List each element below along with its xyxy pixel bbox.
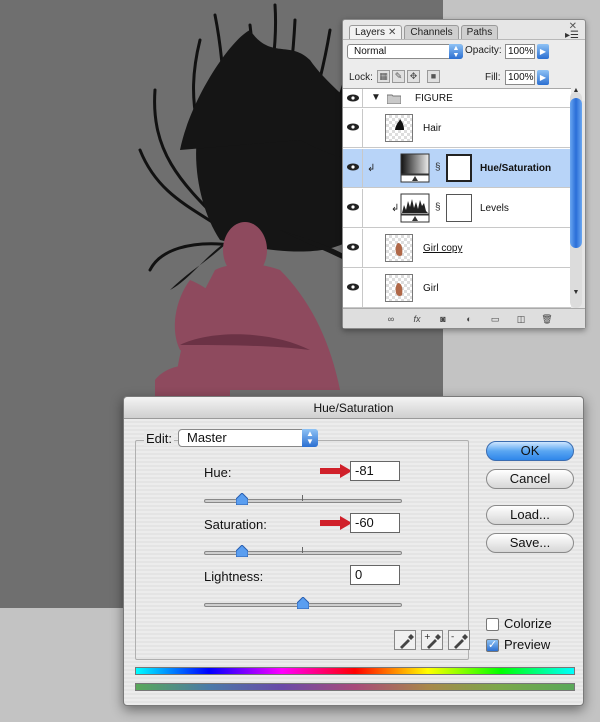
edit-select[interactable]: Master ▲ ▼ bbox=[178, 429, 318, 447]
opacity-input[interactable]: 100% bbox=[505, 44, 535, 59]
eye-icon[interactable] bbox=[347, 163, 359, 171]
eye-icon[interactable] bbox=[347, 123, 359, 131]
input-color-bar bbox=[135, 667, 575, 675]
layer-mask-thumbnail[interactable] bbox=[446, 194, 472, 222]
svg-text:-: - bbox=[451, 632, 454, 642]
lock-label: Lock: bbox=[349, 72, 373, 83]
folder-icon bbox=[387, 94, 401, 104]
link-chain-icon[interactable]: § bbox=[435, 202, 441, 213]
colorize-checkbox[interactable] bbox=[486, 618, 499, 631]
layer-name: Hue/Saturation bbox=[480, 163, 552, 174]
clipping-arrow-icon: ↲ bbox=[391, 203, 400, 214]
red-arrow-indicator bbox=[320, 464, 352, 478]
lock-all-icon[interactable]: ■ bbox=[427, 70, 440, 83]
eyedropper-minus-icon[interactable]: - bbox=[448, 630, 470, 650]
lightness-input[interactable]: 0 bbox=[350, 565, 400, 585]
clipping-arrow-icon: ↲ bbox=[367, 163, 376, 174]
adjustment-layer-icon[interactable]: ◐ bbox=[461, 313, 477, 325]
svg-text:+: + bbox=[424, 632, 431, 641]
opacity-label: Opacity: bbox=[465, 45, 502, 56]
ok-button[interactable]: OK bbox=[486, 441, 574, 461]
fill-slider-arrow-icon[interactable]: ▶ bbox=[537, 70, 549, 85]
layer-row-levels[interactable]: ↲ § Levels bbox=[343, 189, 571, 228]
lightness-label: Lightness: bbox=[204, 569, 264, 584]
lightness-slider-knob[interactable] bbox=[297, 597, 309, 609]
layer-mask-thumbnail[interactable] bbox=[446, 154, 472, 182]
preview-label: Preview bbox=[504, 637, 551, 652]
expand-triangle-icon[interactable]: ▼ bbox=[371, 92, 381, 103]
link-layers-icon[interactable]: ∞ bbox=[383, 313, 399, 325]
dialog-title: Hue/Saturation bbox=[124, 397, 583, 419]
layer-row-girl[interactable]: Girl bbox=[343, 269, 571, 308]
scroll-down-icon[interactable]: ▼ bbox=[570, 288, 582, 298]
hue-input[interactable]: -81 bbox=[350, 461, 400, 481]
saturation-slider-knob[interactable] bbox=[236, 545, 248, 557]
cancel-button[interactable]: Cancel bbox=[486, 469, 574, 489]
layer-thumbnail bbox=[385, 234, 413, 262]
new-layer-icon[interactable]: ◫ bbox=[513, 313, 529, 325]
save-button[interactable]: Save... bbox=[486, 533, 574, 553]
lock-position-icon[interactable]: ✥ bbox=[407, 70, 420, 83]
layer-style-icon[interactable]: fx bbox=[409, 313, 425, 325]
saturation-input[interactable]: -60 bbox=[350, 513, 400, 533]
layer-name: FIGURE bbox=[415, 93, 453, 104]
layers-panel-tabs: Layers ✕ Channels Paths bbox=[343, 25, 585, 39]
layer-row-figure[interactable]: ▼ FIGURE bbox=[343, 89, 571, 108]
add-mask-icon[interactable]: ◙ bbox=[435, 313, 451, 325]
link-chain-icon[interactable]: § bbox=[435, 162, 441, 173]
trash-icon[interactable]: 🗑 bbox=[539, 313, 555, 325]
lock-transparent-icon[interactable]: ▦ bbox=[377, 70, 390, 83]
layer-row-hue-saturation[interactable]: ↲ § Hue/Saturation bbox=[343, 149, 571, 188]
tab-paths[interactable]: Paths bbox=[460, 25, 499, 39]
eye-icon[interactable] bbox=[347, 94, 359, 102]
new-group-icon[interactable]: ▭ bbox=[487, 313, 503, 325]
layer-name: Levels bbox=[480, 203, 509, 214]
updown-arrows-icon: ▲ ▼ bbox=[449, 44, 463, 59]
layer-row-hair[interactable]: Hair bbox=[343, 109, 571, 148]
levels-adjustment-icon bbox=[400, 193, 430, 223]
layer-name: Girl bbox=[423, 283, 439, 294]
hue-slider-center-tick bbox=[302, 495, 303, 501]
opacity-slider-arrow-icon[interactable]: ▶ bbox=[537, 44, 549, 59]
hue-label: Hue: bbox=[204, 465, 232, 480]
eyedropper-plus-icon[interactable]: + bbox=[421, 630, 443, 650]
tab-layers[interactable]: Layers ✕ bbox=[349, 25, 403, 39]
close-icon[interactable]: ✕ bbox=[388, 27, 396, 38]
eye-icon[interactable] bbox=[347, 203, 359, 211]
eyedropper-icon[interactable] bbox=[394, 630, 416, 650]
layer-name: Girl copy bbox=[423, 243, 463, 254]
red-arrow-indicator bbox=[320, 516, 352, 530]
layer-thumbnail bbox=[385, 114, 413, 142]
updown-arrows-icon: ▲ ▼ bbox=[302, 429, 318, 447]
saturation-slider-track[interactable] bbox=[204, 551, 402, 555]
layers-list: ▼ FIGURE Hair ↲ § Hue/Saturation ↲ § Lev… bbox=[343, 88, 571, 308]
hue-slider-track[interactable] bbox=[204, 499, 402, 503]
eye-icon[interactable] bbox=[347, 283, 359, 291]
layers-scrollbar[interactable] bbox=[570, 92, 582, 308]
eye-icon[interactable] bbox=[347, 243, 359, 251]
preview-checkbox[interactable]: ✓ bbox=[486, 639, 499, 652]
saturation-label: Saturation: bbox=[204, 517, 267, 532]
layer-thumbnail bbox=[385, 274, 413, 302]
output-color-bar bbox=[135, 683, 575, 691]
colorize-label: Colorize bbox=[504, 616, 552, 631]
layers-panel: Layers ✕ Channels Paths ✕ ▸☰ Normal ▲ ▼ Op… bbox=[342, 19, 586, 329]
scrollbar-thumb[interactable] bbox=[570, 98, 582, 248]
load-button[interactable]: Load... bbox=[486, 505, 574, 525]
blend-mode-select[interactable]: Normal ▲ ▼ bbox=[347, 44, 463, 59]
lock-image-icon[interactable]: ✎ bbox=[392, 70, 405, 83]
saturation-slider-center-tick bbox=[302, 547, 303, 553]
tab-channels[interactable]: Channels bbox=[404, 25, 459, 39]
layer-row-girl-copy[interactable]: Girl copy bbox=[343, 229, 571, 268]
fill-input[interactable]: 100% bbox=[505, 70, 535, 85]
hue-slider-knob[interactable] bbox=[236, 493, 248, 505]
hue-saturation-adjustment-icon bbox=[400, 153, 430, 183]
hue-saturation-dialog: Hue/Saturation Edit: Master ▲ ▼ Hue: -81 … bbox=[123, 396, 584, 706]
layer-name: Hair bbox=[423, 123, 442, 134]
edit-label: Edit: bbox=[144, 431, 175, 446]
fill-label: Fill: bbox=[485, 72, 501, 83]
layers-bottom-toolbar: ∞ fx ◙ ◐ ▭ ◫ 🗑 bbox=[343, 308, 585, 328]
